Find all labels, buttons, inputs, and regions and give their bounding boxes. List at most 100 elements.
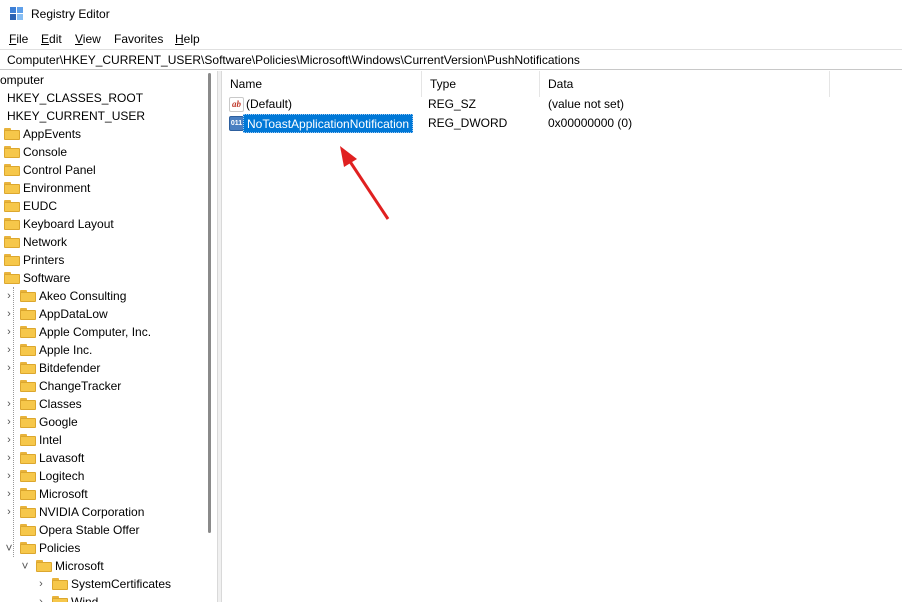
menu-file[interactable]: File [9,32,28,46]
column-header-data[interactable]: Data [540,71,830,97]
tree-item-label: Keyboard Layout [23,217,114,231]
folder-icon [20,488,36,500]
value-row-notoast[interactable]: 011 NoToastApplicationNotification REG_D… [222,114,830,133]
key-tree-pane[interactable]: omputer HKEY_CLASSES_ROOT HKEY_CURRENT_USE… [0,71,217,602]
folder-icon [20,326,36,338]
tree-item-changetracker[interactable]: ChangeTracker [0,377,203,395]
registry-editor-icon [10,7,23,20]
tree-item-label: AppEvents [23,127,82,141]
tree-item-label: Intel [39,433,62,447]
folder-icon [20,506,36,518]
chevron-right-icon[interactable]: › [36,575,46,593]
folder-icon [4,128,20,140]
tree-item-opera-stable-offer[interactable]: Opera Stable Offer [0,521,203,539]
title-bar: Registry Editor [0,0,902,29]
tree-item-network[interactable]: Network [0,233,203,251]
tree-item-keyboard-layout[interactable]: Keyboard Layout [0,215,203,233]
folder-icon [20,542,36,554]
folder-icon [20,434,36,446]
tree-item-classes[interactable]: › Classes [0,395,203,413]
folder-icon [20,416,36,428]
tree-item-printers[interactable]: Printers [0,251,203,269]
tree-item-label: EUDC [23,199,58,213]
address-bar[interactable]: Computer\HKEY_CURRENT_USER\Software\Poli… [0,49,902,70]
tree-item-apple-computer-inc-[interactable]: › Apple Computer, Inc. [0,323,203,341]
tree-item-google[interactable]: › Google [0,413,203,431]
tree-item-hkey-classes-root[interactable]: HKEY_CLASSES_ROOT [0,89,203,107]
tree-item-bitdefender[interactable]: › Bitdefender [0,359,203,377]
tree-item-label: Wind [71,595,99,602]
tree-item-label: HKEY_CURRENT_USER [7,109,146,123]
tree-item-policies[interactable]: ˅ Policies [0,539,203,557]
tree-item-label: Microsoft [55,559,104,573]
tree-item-label: Bitdefender [39,361,101,375]
tree-item-eudc[interactable]: EUDC [0,197,203,215]
tree-item-software[interactable]: Software [0,269,203,287]
folder-icon [20,308,36,320]
tree-item-appdatalow[interactable]: › AppDataLow [0,305,203,323]
tree-item-microsoft[interactable]: › Microsoft [0,485,203,503]
folder-icon [20,398,36,410]
value-row-default[interactable]: ab (Default) REG_SZ (value not set) [222,95,830,114]
reg-dword-icon: 011 [229,116,244,131]
tree-item-omputer[interactable]: omputer [0,71,203,89]
tree-item-hkey-current-user[interactable]: HKEY_CURRENT_USER [0,107,203,125]
tree-item-control-panel[interactable]: Control Panel [0,161,203,179]
tree-item-environment[interactable]: Environment [0,179,203,197]
tree-item-label: Console [23,145,68,159]
folder-icon [20,470,36,482]
folder-icon [4,236,20,248]
tree-item-apple-inc-[interactable]: › Apple Inc. [0,341,203,359]
tree-item-label: Akeo Consulting [39,289,127,303]
tree-connector-line [13,287,14,557]
tree-item-label: Google [39,415,78,429]
tree-vertical-scrollbar[interactable] [203,71,217,602]
chevron-down-icon[interactable]: ˅ [20,557,30,575]
column-header-type[interactable]: Type [422,71,540,97]
folder-icon [4,254,20,266]
tree-item-intel[interactable]: › Intel [0,431,203,449]
folder-icon [20,290,36,302]
tree-item-label: Classes [39,397,82,411]
value-data: 0x00000000 (0) [548,116,633,130]
tree-item-label: SystemCertificates [71,577,172,591]
folder-icon [20,362,36,374]
address-path[interactable]: Computer\HKEY_CURRENT_USER\Software\Poli… [7,53,580,67]
tree-item-appevents[interactable]: AppEvents [0,125,203,143]
menu-bar: File Edit View Favorites Help [0,29,902,49]
column-header-name[interactable]: Name [222,71,422,97]
tree-item-console[interactable]: Console [0,143,203,161]
tree-item-akeo-consulting[interactable]: › Akeo Consulting [0,287,203,305]
tree-item-label: Network [23,235,68,249]
chevron-right-icon[interactable]: › [36,593,46,602]
value-data: (value not set) [548,97,625,111]
tree-item-label: ChangeTracker [39,379,122,393]
value-name-selected[interactable]: NoToastApplicationNotification [243,114,414,133]
tree-item-systemcertificates[interactable]: › SystemCertificates [0,575,203,593]
menu-favorites[interactable]: Favorites [114,32,163,46]
tree-item-logitech[interactable]: › Logitech [0,467,203,485]
tree-item-lavasoft[interactable]: › Lavasoft [0,449,203,467]
value-type: REG_DWORD [428,116,508,130]
folder-icon [52,596,68,602]
tree-item-label: Software [23,271,71,285]
tree-item-label: AppDataLow [39,307,108,321]
tree-item-label: NVIDIA Corporation [39,505,145,519]
tree-item-label: omputer [0,73,45,87]
scrollbar-thumb[interactable] [208,73,211,533]
menu-help[interactable]: Help [175,32,200,46]
reg-sz-icon: ab [229,97,244,112]
menu-view[interactable]: View [75,32,101,46]
folder-icon [4,200,20,212]
tree-item-label: Microsoft [39,487,88,501]
folder-icon [20,380,36,392]
value-name: (Default) [246,97,293,111]
tree-item-wind[interactable]: › Wind [0,593,203,602]
folder-icon [4,218,20,230]
tree-item-microsoft[interactable]: ˅ Microsoft [0,557,203,575]
values-list-pane[interactable]: Name Type Data ab (Default) REG_SZ (valu… [222,71,902,602]
menu-edit[interactable]: Edit [41,32,62,46]
tree-item-nvidia-corporation[interactable]: › NVIDIA Corporation [0,503,203,521]
folder-icon [36,560,52,572]
tree-item-label: Apple Inc. [39,343,93,357]
